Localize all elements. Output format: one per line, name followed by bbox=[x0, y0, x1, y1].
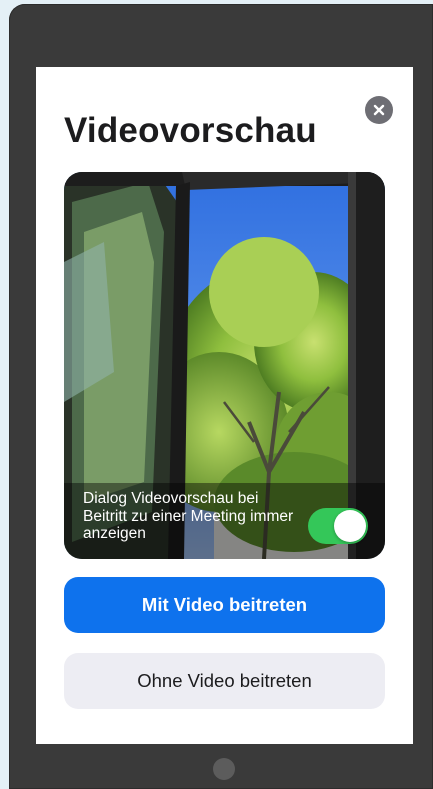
device-frame: Videovorschau Dialog Videovorschau bei B… bbox=[9, 4, 433, 789]
always-show-preview-toggle[interactable] bbox=[308, 508, 368, 544]
dialog-title: Videovorschau bbox=[64, 111, 317, 150]
video-preview-dialog: Videovorschau Dialog Videovorschau bei B… bbox=[36, 67, 413, 744]
camera-preview: Dialog Videovorschau bei Beitritt zu ein… bbox=[64, 172, 385, 559]
close-button[interactable] bbox=[365, 96, 393, 124]
toggle-knob bbox=[334, 510, 366, 542]
join-without-video-button[interactable]: Ohne Video beitreten bbox=[64, 653, 385, 709]
always-show-preview-label: Dialog Videovorschau bei Beitritt zu ein… bbox=[83, 490, 294, 542]
close-icon bbox=[373, 104, 385, 116]
home-button[interactable] bbox=[213, 758, 235, 780]
join-with-video-button[interactable]: Mit Video beitreten bbox=[64, 577, 385, 633]
